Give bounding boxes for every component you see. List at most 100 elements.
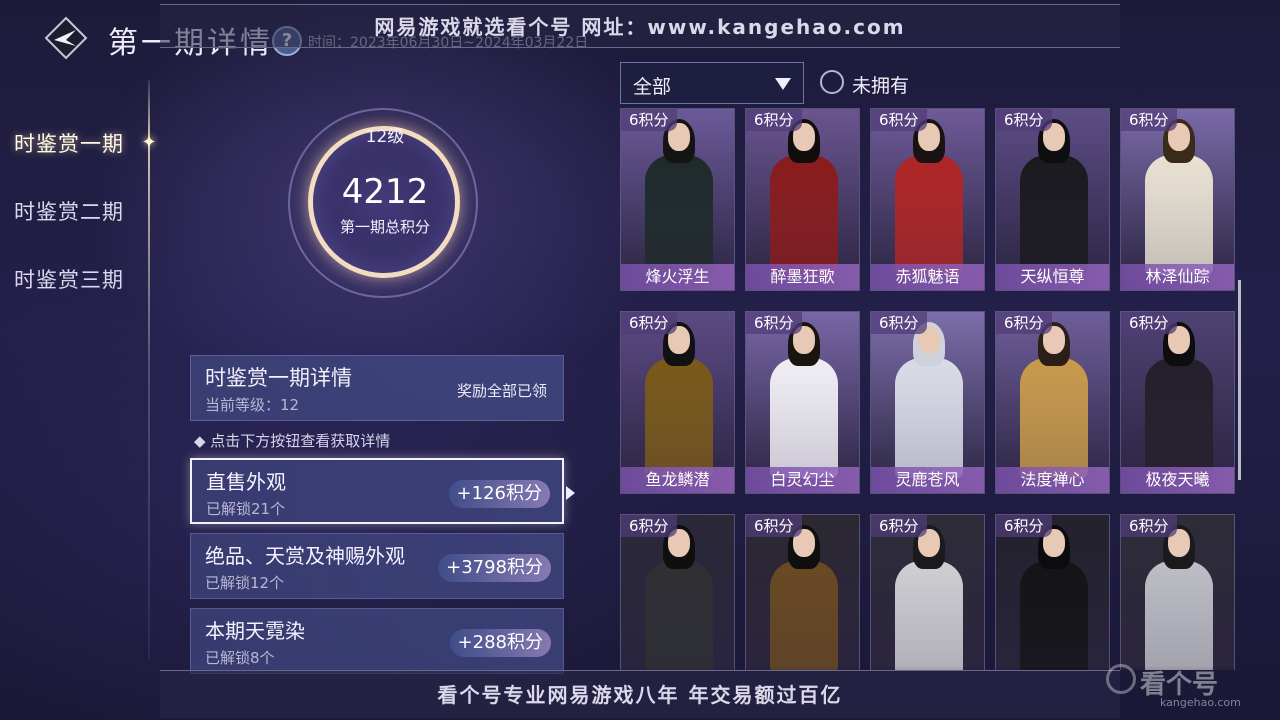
outfit-grid: 6积分 烽火浮生 6积分 醉墨狂歌 6积分 赤狐魅语 6积分 天纵恒尊 6积分 林泽仙踪 6积分 鱼龙…: [620, 108, 1236, 670]
not-owned-label: 未拥有: [852, 75, 910, 97]
character-figure: [766, 119, 842, 275]
character-figure: [1016, 119, 1092, 275]
category-points: +126积分: [448, 480, 550, 508]
brand-domain: kangehao.com: [1160, 696, 1241, 709]
card-name: 灵鹿苍风: [871, 467, 984, 493]
card-name: 醉墨狂歌: [746, 264, 859, 290]
character-figure: [1016, 322, 1092, 478]
character-outfit: [770, 358, 838, 478]
detail-title: 时鉴赏一期详情: [205, 366, 352, 390]
category-button-direct-sale[interactable]: 直售外观 已解锁21个 +126积分: [190, 458, 564, 524]
character-figure: [766, 525, 842, 670]
outfit-card[interactable]: 6积分醉墨狂歌: [745, 108, 860, 291]
character-figure: [1141, 322, 1217, 478]
outfit-card[interactable]: 6积分赤狐魅语: [870, 108, 985, 291]
card-points-badge: 6积分: [1121, 312, 1177, 334]
character-outfit: [1020, 561, 1088, 670]
outfit-card[interactable]: 6积分林泽仙踪: [1120, 108, 1235, 291]
character-figure: [766, 322, 842, 478]
outfit-card[interactable]: 6积分 法度禅心: [995, 311, 1110, 494]
grid-scrollbar[interactable]: [1238, 280, 1241, 480]
character-figure: [641, 525, 717, 670]
outfit-card[interactable]: 6积分2880: [1120, 514, 1235, 670]
outfit-card[interactable]: 6积分2880: [995, 514, 1110, 670]
brand-logo-icon: [1106, 664, 1136, 694]
category-name: 本期天霓染: [205, 619, 305, 643]
character-figure: [1141, 525, 1217, 670]
character-outfit: [1145, 155, 1213, 275]
card-name: 烽火浮生: [621, 264, 734, 290]
sidebar: 时鉴赏一期 时鉴赏二期 时鉴赏三期: [0, 110, 160, 314]
category-unlocked: 已解锁21个: [206, 500, 286, 518]
category-points: +288积分: [449, 629, 551, 657]
card-name: 法度禅心: [996, 467, 1109, 493]
outfit-card[interactable]: 6积分灵鹿苍风: [870, 311, 985, 494]
back-button[interactable]: [44, 16, 88, 60]
score-ring: 12级 4212 第一期总积分: [280, 100, 490, 300]
outfit-card[interactable]: 6积分极夜天曦: [1120, 311, 1235, 494]
character-outfit: [895, 561, 963, 670]
category-button-dye[interactable]: 本期天霓染 已解锁8个 +288积分: [190, 608, 564, 674]
category-name: 直售外观: [206, 470, 286, 494]
character-figure: [1141, 119, 1217, 275]
character-figure: [1016, 525, 1092, 670]
card-points-badge: 6积分: [621, 515, 677, 537]
outfit-card[interactable]: 6积分 天纵恒尊: [995, 108, 1110, 291]
character-outfit: [1145, 358, 1213, 478]
character-outfit: [1020, 358, 1088, 478]
character-outfit: [770, 561, 838, 670]
card-points-badge: 6积分: [996, 109, 1052, 131]
character-outfit: [895, 358, 963, 478]
card-name: 白灵幻尘: [746, 467, 859, 493]
character-figure: [641, 322, 717, 478]
card-points-badge: 6积分: [1121, 109, 1177, 131]
top-bar: 第一期详情 ? 时间：2023年06月30日~2024年03月22日 网易游戏就…: [0, 0, 1280, 61]
character-outfit: [1020, 155, 1088, 275]
card-points-badge: 6积分: [871, 312, 927, 334]
chevron-down-icon: [775, 78, 791, 90]
outfit-card[interactable]: 6积分商城: [620, 514, 735, 670]
outfit-card[interactable]: 6积分 鱼龙鳞潜: [620, 311, 735, 494]
character-figure: [891, 322, 967, 478]
character-figure: [891, 525, 967, 670]
card-points-badge: 6积分: [746, 109, 802, 131]
card-points-badge: 6积分: [996, 515, 1052, 537]
sidebar-item-period-2[interactable]: 时鉴赏二期: [0, 178, 160, 246]
outfit-card[interactable]: 6积分 白灵幻尘: [745, 311, 860, 494]
character-figure: [641, 119, 717, 275]
character-outfit: [895, 155, 963, 275]
filter-dropdown[interactable]: 全部: [620, 62, 804, 104]
character-outfit: [1145, 561, 1213, 670]
reward-status: 奖励全部已领: [456, 382, 547, 400]
category-points: +3798积分: [438, 554, 551, 582]
hint-text: ◆ 点击下方按钮查看获取详情: [194, 432, 391, 450]
character-outfit: [645, 155, 713, 275]
outfit-card[interactable]: 6积分烽火浮生: [620, 108, 735, 291]
not-owned-radio[interactable]: [820, 70, 844, 94]
card-points-badge: 6积分: [871, 515, 927, 537]
card-points-badge: 6积分: [621, 109, 677, 131]
total-score-label: 第一期总积分: [339, 218, 430, 236]
card-points-badge: 6积分: [746, 515, 802, 537]
watermark-banner-top: 网易游戏就选看个号 网址：www.kangehao.com: [160, 4, 1120, 48]
card-name: 极夜天曦: [1121, 467, 1234, 493]
sidebar-item-period-1[interactable]: 时鉴赏一期: [0, 110, 160, 178]
current-level: 当前等级：12: [205, 396, 300, 414]
level-label: 12级: [365, 127, 405, 147]
card-points-badge: 6积分: [621, 312, 677, 334]
category-unlocked: 已解锁12个: [205, 574, 285, 592]
character-figure: [891, 119, 967, 275]
outfit-card[interactable]: 6积分2880: [870, 514, 985, 670]
back-arrow-icon: [44, 16, 88, 60]
watermark-banner-bottom: 看个号专业网易游戏八年 年交易额过百亿: [160, 670, 1120, 718]
character-outfit: [770, 155, 838, 275]
outfit-card[interactable]: 6积分2880: [745, 514, 860, 670]
selected-arrow-icon: [566, 486, 575, 500]
category-button-premium[interactable]: 绝品、天赏及神赐外观 已解锁12个 +3798积分: [190, 533, 564, 599]
sidebar-item-period-3[interactable]: 时鉴赏三期: [0, 246, 160, 314]
card-name: 赤狐魅语: [871, 264, 984, 290]
total-score-value: 4212: [341, 172, 429, 212]
card-name: 林泽仙踪: [1121, 264, 1234, 290]
card-points-badge: 6积分: [871, 109, 927, 131]
period-detail-panel: 时鉴赏一期详情 当前等级：12 奖励全部已领: [190, 355, 564, 421]
